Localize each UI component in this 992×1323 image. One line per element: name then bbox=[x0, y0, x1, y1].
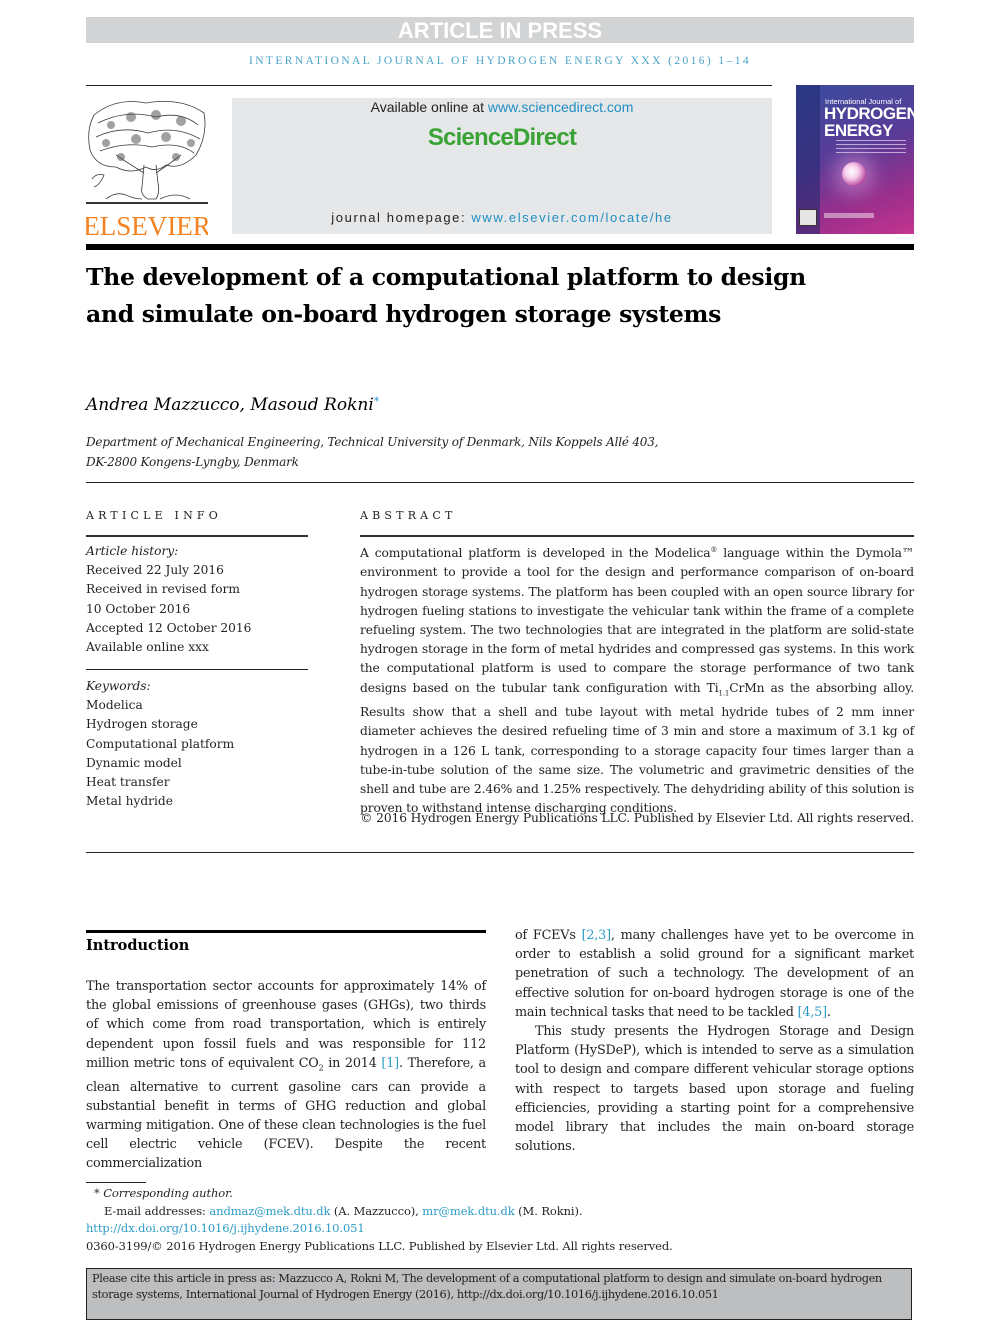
journal-running-head: INTERNATIONAL JOURNAL OF HYDROGEN ENERGY… bbox=[248, 55, 752, 67]
sciencedirect-brand[interactable]: ScienceDirect bbox=[232, 124, 772, 152]
issn-line: 0360-3199/© 2016 Hydrogen Energy Publica… bbox=[86, 1238, 673, 1253]
article-info-rule bbox=[86, 535, 308, 537]
keyword-item: Computational platform bbox=[86, 736, 235, 751]
divider-rule bbox=[86, 852, 914, 853]
email-link-rokni[interactable]: mr@mek.dtu.dk bbox=[422, 1204, 514, 1218]
email-owner: (M. Rokni). bbox=[514, 1203, 583, 1218]
sciencedirect-link[interactable]: www.sciencedirect.com bbox=[488, 99, 634, 115]
citation-text: Please cite this article in press as: Ma… bbox=[92, 1272, 882, 1301]
cover-title: HYDROGEN ENERGY bbox=[824, 105, 914, 139]
elsevier-logo[interactable]: ELSEVIER bbox=[83, 95, 211, 241]
header-top-rule bbox=[86, 85, 772, 86]
email-label: E-mail addresses: bbox=[104, 1203, 210, 1218]
article-title: The development of a computational platf… bbox=[86, 263, 806, 328]
abstract-copyright: © 2016 Hydrogen Energy Publications LLC.… bbox=[360, 811, 914, 825]
reference-link[interactable]: [4,5] bbox=[798, 1005, 828, 1020]
homepage-prefix: journal homepage: bbox=[331, 210, 472, 225]
history-item: Received 22 July 2016 bbox=[86, 563, 224, 578]
introduction-left-column: The transportation sector accounts for a… bbox=[86, 977, 486, 1174]
introduction-rule bbox=[86, 930, 486, 933]
email-line: E-mail addresses: andmaz@mek.dtu.dk (A. … bbox=[86, 1203, 786, 1221]
abstract-body: A computational platform is developed in… bbox=[360, 541, 914, 818]
affiliation-line-2: DK-2800 Kongens-Lyngby, Denmark bbox=[86, 455, 299, 469]
header-bottom-rule bbox=[86, 244, 914, 250]
available-online-prefix: Available online at bbox=[370, 99, 488, 115]
doi-line: http://dx.doi.org/10.1016/j.ijhydene.201… bbox=[86, 1220, 786, 1238]
author-list: Andrea Mazzucco, Masoud Rokni* bbox=[86, 395, 379, 415]
keywords-rule bbox=[86, 669, 308, 670]
body-text: . Therefore, a clean alternative to curr… bbox=[86, 1055, 486, 1172]
history-item: Accepted 12 October 2016 bbox=[86, 620, 252, 635]
introduction-heading: Introduction bbox=[86, 937, 190, 954]
abstract-text: A computational platform is developed in… bbox=[360, 546, 711, 561]
cover-orb-graphic bbox=[842, 162, 866, 186]
abstract-heading: ABSTRACT bbox=[360, 509, 457, 522]
affiliation-line-1: Department of Mechanical Engineering, Te… bbox=[86, 435, 659, 449]
history-item: Available online xxx bbox=[86, 640, 209, 655]
email-link-mazzucco[interactable]: andmaz@mek.dtu.dk bbox=[209, 1204, 330, 1218]
email-owner: (A. Mazzucco), bbox=[330, 1203, 423, 1218]
elsevier-tree-icon: ELSEVIER bbox=[83, 100, 211, 241]
divider-rule bbox=[86, 482, 914, 483]
keyword-item: Metal hydride bbox=[86, 794, 173, 809]
doi-link[interactable]: http://dx.doi.org/10.1016/j.ijhydene.201… bbox=[86, 1221, 365, 1235]
keyword-item: Heat transfer bbox=[86, 775, 170, 790]
body-text: . bbox=[826, 1004, 831, 1020]
affiliation: Department of Mechanical Engineering, Te… bbox=[86, 432, 706, 472]
body-text: of FCEVs bbox=[515, 928, 582, 943]
cover-hydrogen-badge-icon bbox=[799, 209, 817, 226]
introduction-right-column: of FCEVs [2,3], many challenges have yet… bbox=[515, 926, 914, 1156]
alloy-subscript: 1.1 bbox=[718, 688, 730, 697]
keyword-item: Dynamic model bbox=[86, 755, 182, 770]
body-text: in 2014 bbox=[323, 1055, 382, 1071]
abstract-text: language within the Dymola™ environment … bbox=[360, 546, 914, 695]
reference-link[interactable]: [2,3] bbox=[582, 928, 612, 943]
authors-names: Andrea Mazzucco, Masoud Rokni bbox=[86, 395, 374, 415]
keyword-item: Hydrogen storage bbox=[86, 717, 198, 732]
abstract-text: CrMn as the absorbing alloy. Results sho… bbox=[360, 680, 914, 816]
journal-cover-image[interactable]: International Journal of HYDROGEN ENERGY bbox=[796, 85, 914, 234]
body-paragraph: This study presents the Hydrogen Storage… bbox=[515, 1024, 914, 1155]
journal-homepage-line: journal homepage: www.elsevier.com/locat… bbox=[232, 210, 772, 225]
article-history-label: Article history: bbox=[86, 544, 179, 558]
journal-homepage-link[interactable]: www.elsevier.com/locate/he bbox=[471, 210, 672, 225]
corresponding-author-note: * Corresponding author. bbox=[94, 1186, 233, 1200]
elsevier-wordmark: ELSEVIER bbox=[86, 211, 208, 238]
reference-link[interactable]: [1] bbox=[381, 1056, 399, 1071]
abstract-rule bbox=[360, 535, 914, 537]
history-item: Received in revised form bbox=[86, 582, 240, 597]
footnotes: * Corresponding author. E-mail addresses… bbox=[86, 1185, 786, 1255]
article-info-heading: ARTICLE INFO bbox=[86, 509, 222, 522]
cover-title-line2: ENERGY bbox=[824, 121, 893, 140]
available-online-line: Available online at www.sciencedirect.co… bbox=[232, 99, 772, 115]
footnote-rule bbox=[86, 1182, 146, 1183]
article-history: Article history: Received 22 July 2016 R… bbox=[86, 542, 316, 657]
keywords-label: Keywords: bbox=[86, 679, 151, 693]
keywords: Keywords: Modelica Hydrogen storage Comp… bbox=[86, 677, 316, 811]
cover-editors-text bbox=[836, 140, 906, 156]
article-in-press-banner: ARTICLE IN PRESS bbox=[86, 17, 914, 43]
keyword-item: Modelica bbox=[86, 698, 143, 713]
cover-title-line1: HYDROGEN bbox=[824, 104, 914, 123]
corresponding-author-mark[interactable]: * bbox=[374, 395, 380, 408]
history-item: 10 October 2016 bbox=[86, 601, 191, 616]
cover-footer-text bbox=[824, 213, 874, 218]
